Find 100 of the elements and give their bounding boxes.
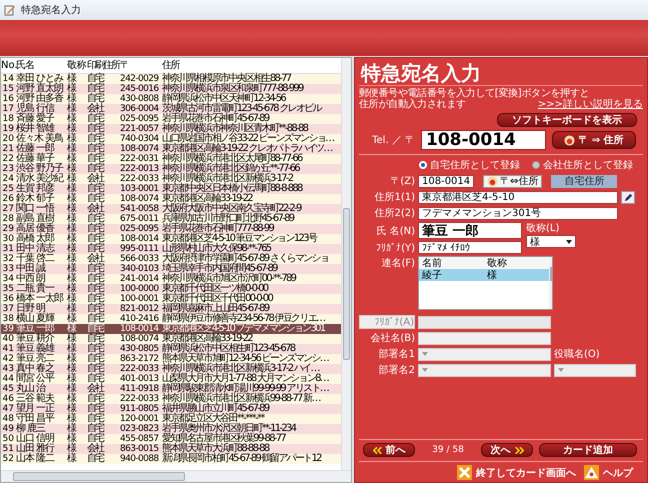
- table-cell-text: 河野 由多香: [16, 94, 64, 104]
- address1-field[interactable]: 東京都港区芝4-5-10: [418, 190, 618, 204]
- table-cell-text: 411-0918: [120, 384, 160, 394]
- table-row[interactable]: 52 山本 隆二 様 自宅 940-0088 新潟県長岡市柏町45-67-89 鶴留アパート12: [1, 454, 341, 464]
- details-link[interactable]: >>>詳しい説明を見る: [538, 99, 643, 110]
- table-cell-text: 30: [2, 234, 15, 244]
- previous-button[interactable]: 前へ: [363, 443, 415, 457]
- table-cell-text: 100-0000: [120, 284, 160, 294]
- list-row[interactable]: 綾子 様: [419, 269, 549, 281]
- table-row[interactable]: 21 佐藤 一郎 様 自宅 108-0074 東京都港区高輪3-19-22 クレオパトラハイツ…: [1, 144, 341, 154]
- zip-convert-button[interactable]: 〒⇔住所: [483, 174, 542, 188]
- table-cell-text: 会社: [87, 254, 104, 264]
- table-row[interactable]: 44 間宮 公平 様 自宅 401-0013 山梨県大月市大月1-77-88 大月マンション8…: [1, 374, 341, 384]
- address2-field[interactable]: フデマメマンション301号: [418, 206, 618, 220]
- table-row[interactable]: 36 橋本 一太郎 様 自宅 100-0001 東京都千代田区千代田00-0-00: [1, 294, 341, 304]
- table-cell-text: 455-0857: [120, 434, 160, 444]
- radio-dot[interactable]: [532, 161, 540, 169]
- column-header[interactable]: 住所: [162, 60, 179, 70]
- zip-field[interactable]: 108-0014: [418, 174, 474, 188]
- company-field[interactable]: [418, 332, 551, 344]
- table-row[interactable]: 14 幸田 ひとみ 様 自宅 242-0029 神奈川県相模原市中央区相生88-77: [1, 74, 341, 84]
- table-cell-text: 35: [2, 284, 15, 294]
- table-cell-text: 様: [67, 444, 78, 454]
- table-row[interactable]: 46 三谷 範夫 様 自宅 222-0033 神奈川県横浜市港北区新横浜99-88-77 新…: [1, 394, 341, 404]
- table-row[interactable]: 45 丸山 治 様 会社 411-0918 静岡県駿東郡清水町湯川99-99-99 アリスト…: [1, 384, 341, 394]
- table-row[interactable]: 48 守田 昌平 様 自宅 120-0001 東京都足立区大谷田**-***-**: [1, 414, 341, 424]
- position-dropdown[interactable]: [554, 364, 636, 376]
- table-row[interactable]: 38 横山 夏輝 様 自宅 410-2416 静岡県伊豆市修善寺234-56-78 伊豆クリエ…: [1, 314, 341, 324]
- table-row[interactable]: 32 千葉 啓二 様 会社 566-0033 大阪府摂津市学園町45-67-89 さくらマンショ: [1, 254, 341, 264]
- table-row[interactable]: 33 中田 誠 様 自宅 340-0103 埼玉県幸手市内国府間45-67-89: [1, 264, 341, 274]
- table-row[interactable]: 50 山口 信明 様 自宅 455-0857 愛知県名古屋市港区秋葉99-88-77: [1, 434, 341, 444]
- table-cell-text: 自宅: [87, 284, 104, 294]
- lookup-field[interactable]: 108-0014: [421, 130, 546, 150]
- register-radio[interactable]: 会社住所として登録: [532, 158, 633, 172]
- table-row[interactable]: 18 斉藤 愛子 様 自宅 025-0095 岩手県花巻市石神町45-67-89: [1, 114, 341, 124]
- exit-button[interactable]: 終了してカード画面へ: [457, 465, 576, 480]
- column-header[interactable]: 〒: [120, 60, 162, 70]
- column-header[interactable]: No.: [1, 60, 16, 70]
- table-row[interactable]: 24 清水 美沙紀 様 会社 222-0033 神奈川県横浜市港北区新横浜3-17-2: [1, 174, 341, 184]
- soft-keyboard-button[interactable]: ソフトキーボードを表示: [497, 113, 637, 127]
- table-row[interactable]: 41 筆豆 義雄 様 自宅 430-0805 静岡県浜松市中区相生町123-45-678: [1, 344, 341, 354]
- table-row[interactable]: 31 田中 清志 様 自宅 995-0111 山形県村山市大久保98-**-765: [1, 244, 341, 254]
- table-row[interactable]: 28 副島 直樹 様 自宅 675-0011 兵庫県加古川市野口町北野45-67-89: [1, 214, 341, 224]
- table-row[interactable]: 25 生賀 邦彦 様 自宅 103-0001 東京都中央区日本橋小伝馬町88-8-888: [1, 184, 341, 194]
- table-row[interactable]: 39 筆豆 一郎 様 自宅 108-0014 東京都港区芝4-5-10 フデマメマンション301: [1, 324, 341, 334]
- next-button[interactable]: 次へ: [481, 443, 533, 457]
- table-cell-text: 児島 行信: [16, 104, 56, 114]
- table-row[interactable]: 15 河野 直太朗 様 自宅 245-0016 神奈川県横浜市泉区和泉町777-88-999: [1, 84, 341, 94]
- department2-dropdown[interactable]: [418, 364, 551, 376]
- table-cell-text: 24: [2, 174, 15, 184]
- table-cell: 福岡県嘉麻市上山田45-67-89: [162, 304, 268, 314]
- table-row[interactable]: 49 柳 鹿三 様 自宅 023-0823 岩手県奥州市水沢区朝日町**-11-234: [1, 424, 341, 434]
- table-row[interactable]: 16 河野 由多香 様 自宅 430-0808 静岡県浜松市中区天神町12-34-56: [1, 94, 341, 104]
- help-button[interactable]: ヘルプ: [584, 465, 633, 480]
- table-cell-text: 自宅: [87, 224, 104, 234]
- table-row[interactable]: 47 望月 一正 様 自宅 911-0805 福井県勝山市立川町45-67-89: [1, 404, 341, 414]
- column-header[interactable]: 氏名: [16, 60, 67, 70]
- table-row[interactable]: 35 二瓶 貴一 様 自宅 100-0000 東京都千代田区一ツ橋0-0-00: [1, 284, 341, 294]
- joint-name-list[interactable]: 名前 敬称 綾子 様: [418, 256, 553, 310]
- table-cell-text: 会社: [87, 384, 104, 394]
- table-cell-text: 940-0088: [120, 454, 160, 464]
- address-type-badge: 自宅住所: [551, 174, 618, 188]
- name-field[interactable]: 筆豆 一郎: [418, 222, 522, 239]
- table-row[interactable]: 23 渋谷 野乃子 様 自宅 222-0013 神奈川県横浜市港北区錦が丘**-77-66: [1, 164, 341, 174]
- table-row[interactable]: 22 佐藤 華子 様 自宅 222-0031 神奈川県横浜市港北区太尾町88-77-66: [1, 154, 341, 164]
- table-row[interactable]: 20 佐々木 美鳥 様 自宅 740-0304 山口県岩国市相ノ谷33-22 ビーンズマンショ…: [1, 134, 341, 144]
- add-card-button[interactable]: カード追加: [539, 443, 637, 457]
- register-radio[interactable]: 自宅住所として登録: [419, 158, 520, 172]
- convert-button[interactable]: 〒 ⇒ 住所: [552, 131, 636, 149]
- table-row[interactable]: 29 高居 優香 様 自宅 025-0095 岩手県花巻市石神町777-88-99: [1, 224, 341, 234]
- column-header[interactable]: 敬称: [67, 60, 87, 70]
- table-row[interactable]: 26 鈴木 郁子 様 自宅 108-0074 東京都港区高輪33-19-22: [1, 194, 341, 204]
- department1-dropdown[interactable]: [418, 348, 551, 360]
- table-row[interactable]: 51 山田 雅行 様 会社 863-0015 熊本県天草市大浜町88-88-88: [1, 444, 341, 454]
- table-row[interactable]: 37 日野 明 様 自宅 821-0012 福岡県嘉麻市上山田45-67-89: [1, 304, 341, 314]
- pen-button[interactable]: [621, 190, 635, 204]
- table-row[interactable]: 19 桜井 智雄 様 自宅 221-0057 神奈川県横浜市神奈川区青木町**-88-88: [1, 124, 341, 134]
- vertical-scrollbar[interactable]: [341, 58, 351, 470]
- table-cell-text: 自宅: [87, 324, 104, 334]
- table-cell-text: 中西 朗: [16, 274, 46, 284]
- column-header[interactable]: 印刷住所: [87, 60, 120, 70]
- table-cell: 神奈川県横浜市港北区新横浜3-17-2 ハイ…: [162, 364, 319, 374]
- honorific-dropdown[interactable]: 様: [526, 235, 576, 248]
- table-row[interactable]: 30 高橋 太郎 様 自宅 108-0014 東京都港区芝4-5-10 筆豆マンション123号: [1, 234, 341, 244]
- table-cell-text: 自宅: [87, 344, 104, 354]
- furigana-field[interactable]: ﾌﾃﾞﾏﾒ ｲﾁﾛｳ: [418, 241, 522, 254]
- table-cell-text: 様: [67, 214, 78, 224]
- table-cell: 静岡県駿東郡清水町湯川99-99-99 アリスト…: [162, 384, 328, 394]
- table-row[interactable]: 43 真中 春之 様 自宅 222-0033 神奈川県横浜市港北区新横浜3-17-2 ハイ…: [1, 364, 341, 374]
- table-cell-text: 222-0033: [120, 394, 160, 404]
- table-row[interactable]: 40 筆豆 耕介 様 自宅 108-0074 東京都港区高輪33-19-22: [1, 334, 341, 344]
- column-header[interactable]: 敬称: [484, 256, 549, 270]
- table-row[interactable]: 42 筆豆 亮二 様 自宅 863-2172 熊本県天草市旭町12-34-56 ビーンズマンシ…: [1, 354, 341, 364]
- emblem-icon: [487, 176, 498, 186]
- company-furigana-field[interactable]: [418, 316, 551, 328]
- table-row[interactable]: 27 関口 一悟 様 会社 541-0058 大阪府大阪市中央区南久宝寺町22-2-9: [1, 204, 341, 214]
- table-row[interactable]: 17 児島 行信 様 会社 306-0004 茨城県古河市雷電町123-45-678 クレオビル: [1, 104, 341, 114]
- horizontal-scrollbar[interactable]: [1, 470, 351, 482]
- column-header[interactable]: 名前: [419, 256, 484, 270]
- table-row[interactable]: 34 中西 朗 様 自宅 241-0014 神奈川県横浜市旭区市沢町00-**-789: [1, 274, 341, 284]
